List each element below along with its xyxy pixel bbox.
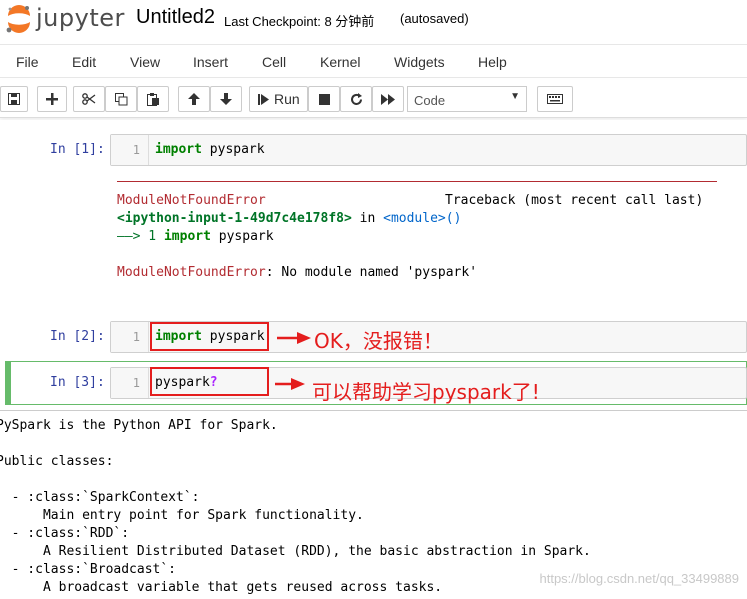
line-gutter: 1	[111, 368, 149, 398]
line-number: 1	[132, 330, 140, 344]
menu-insert[interactable]: Insert	[193, 54, 228, 70]
app-header: jupyter Untitled2 Last Checkpoint: 8 分钟前…	[0, 0, 747, 44]
menu-bar: File Edit View Insert Cell Kernel Widget…	[0, 44, 747, 78]
keyword: import	[155, 142, 202, 157]
save-icon	[8, 93, 20, 105]
paste-button[interactable]	[137, 86, 169, 112]
traceback-header: Traceback (most recent call last)	[445, 193, 704, 208]
menu-cell[interactable]: Cell	[262, 54, 286, 70]
move-down-button[interactable]	[210, 86, 242, 112]
copy-icon	[114, 92, 127, 105]
arrow-down-icon	[220, 93, 232, 105]
plus-icon	[46, 93, 58, 105]
parens: ()	[445, 211, 462, 226]
selected-cell-indicator	[5, 361, 11, 405]
cell-1-input[interactable]: 1 import pyspark	[110, 134, 747, 166]
pager-docstring: PySpark is the Python API for Spark. Pub…	[0, 418, 591, 595]
move-up-button[interactable]	[178, 86, 210, 112]
menu-kernel[interactable]: Kernel	[320, 54, 360, 70]
line-number: 1	[132, 376, 140, 390]
cell-2-prompt: In [2]:	[50, 329, 105, 344]
jupyter-logo-icon[interactable]	[4, 4, 34, 34]
cell-1-code[interactable]: import pyspark	[155, 142, 265, 157]
arrow-right-icon	[277, 332, 311, 344]
cell-3-prompt: In [3]:	[50, 375, 105, 390]
run-button[interactable]: Run	[249, 86, 308, 112]
menu-help[interactable]: Help	[478, 54, 507, 70]
keyboard-icon	[547, 94, 563, 104]
highlight-box-import	[150, 322, 269, 351]
error-message-line: ModuleNotFoundError: No module named 'py…	[117, 265, 477, 280]
cut-button[interactable]	[73, 86, 105, 112]
error-separator	[117, 181, 717, 182]
restart-button[interactable]	[340, 86, 372, 112]
logo-text: jupyter	[36, 4, 125, 32]
cell-type-select[interactable]: Code ▼	[407, 86, 527, 112]
cell-1-prompt: In [1]:	[50, 142, 105, 157]
interrupt-button[interactable]	[308, 86, 340, 112]
checkpoint-status: Last Checkpoint: 8 分钟前	[224, 14, 375, 29]
menu-file[interactable]: File	[16, 54, 39, 70]
error-message: : No module named 'pyspark'	[265, 265, 478, 280]
arrow-marker: ——> 1	[117, 229, 164, 244]
module-ref: <module>	[383, 211, 446, 226]
restart-icon	[350, 92, 362, 105]
arrow-up-icon	[188, 93, 200, 105]
code-text: pyspark	[210, 229, 274, 244]
menu-edit[interactable]: Edit	[72, 54, 96, 70]
line-number: 1	[132, 143, 140, 157]
copy-button[interactable]	[105, 86, 137, 112]
line-gutter: 1	[111, 322, 149, 352]
annotation-help: 可以帮助学习pyspark了!	[312, 380, 540, 404]
autosave-status: (autosaved)	[400, 11, 469, 26]
command-palette-button[interactable]	[537, 86, 573, 112]
menu-view[interactable]: View	[130, 54, 160, 70]
annotation-ok: OK，没报错！	[314, 329, 443, 353]
highlight-box-help	[150, 367, 269, 396]
stop-icon	[318, 93, 330, 105]
menu-widgets[interactable]: Widgets	[394, 54, 445, 70]
run-all-button[interactable]	[372, 86, 404, 112]
in-text: in	[351, 211, 384, 226]
watermark: https://blog.csdn.net/qq_33499889	[539, 571, 740, 586]
cell-type-value: Code	[414, 93, 446, 108]
step-forward-icon	[258, 93, 269, 105]
traceback-line: ——> 1 import pyspark	[117, 229, 274, 244]
run-label: Run	[274, 91, 300, 107]
notebook-title[interactable]: Untitled2	[136, 6, 215, 29]
traceback-location: <ipython-input-1-49d7c4e178f8> in <modul…	[117, 211, 461, 226]
input-ref: <ipython-input-1-49d7c4e178f8>	[117, 211, 352, 226]
save-button[interactable]	[0, 86, 28, 112]
code-text: pyspark	[201, 142, 265, 157]
line-gutter: 1	[111, 135, 149, 165]
insert-cell-button[interactable]	[37, 86, 67, 112]
paste-icon	[146, 92, 159, 106]
toolbar: Run Code ▼	[0, 80, 747, 118]
caret-down-icon: ▼	[510, 91, 520, 102]
fast-forward-icon	[381, 93, 395, 105]
error-name: ModuleNotFoundError	[117, 193, 266, 208]
keyword: import	[163, 229, 211, 244]
cut-icon	[82, 93, 96, 105]
error-name-2: ModuleNotFoundError	[117, 265, 266, 280]
arrow-right-icon	[275, 378, 305, 390]
